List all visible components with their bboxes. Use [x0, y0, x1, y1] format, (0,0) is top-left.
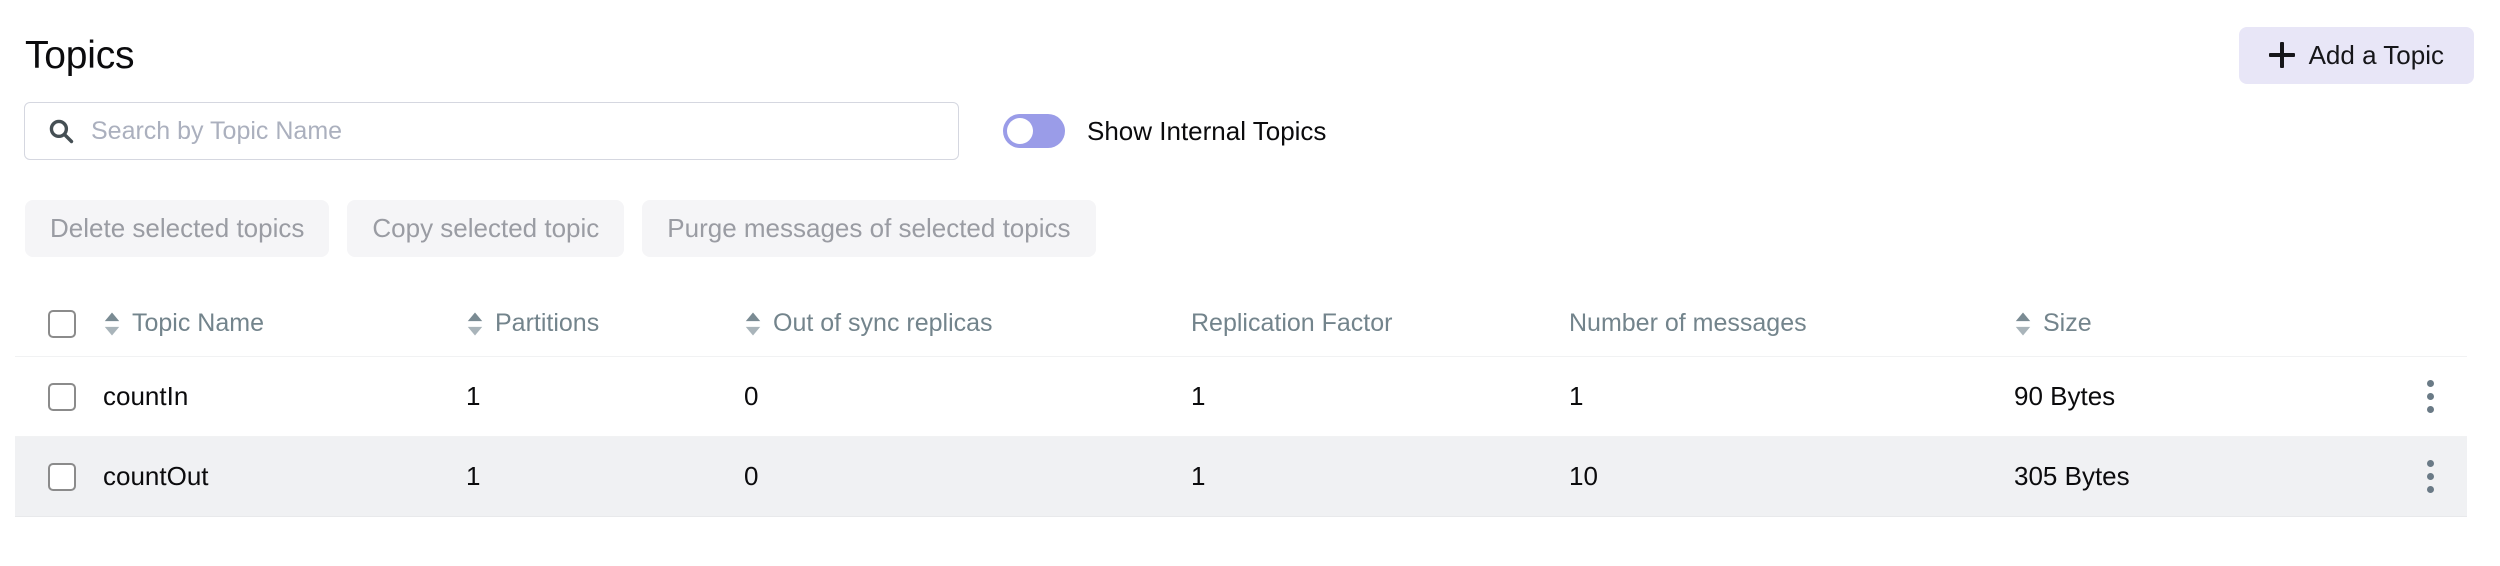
select-all-checkbox[interactable] — [48, 309, 76, 338]
delete-selected-topics-button[interactable]: Delete selected topics — [25, 200, 330, 257]
show-internal-topics-label: Show Internal Topics — [1087, 115, 1327, 146]
size-value: 90 Bytes — [2014, 381, 2116, 411]
copy-selected-topic-button[interactable]: Copy selected topic — [347, 200, 625, 257]
cell-size: 305 Bytes — [2014, 461, 2394, 492]
cell-number-of-messages: 10 — [1569, 461, 2014, 492]
sort-arrows-icon — [745, 311, 761, 336]
row-menu-kebab-icon[interactable] — [2414, 457, 2448, 497]
topic-name-link[interactable]: countOut — [103, 461, 209, 492]
cell-out-of-sync-replicas: 0 — [744, 461, 1191, 492]
cell-size: 90 Bytes — [2014, 381, 2394, 412]
column-header-out-of-sync-replicas[interactable]: Out of sync replicas — [744, 309, 1191, 338]
out-of-sync-value: 0 — [744, 461, 759, 491]
size-value: 305 Bytes — [2014, 461, 2130, 491]
column-header-number-of-messages: Number of messages — [1569, 309, 2014, 338]
cell-row-actions — [2394, 457, 2467, 497]
partitions-value: 1 — [466, 381, 481, 411]
column-header-partitions[interactable]: Partitions — [466, 309, 744, 338]
number-of-messages-value: 1 — [1569, 381, 1584, 411]
sort-arrows-icon — [104, 311, 120, 336]
cell-replication-factor: 1 — [1191, 461, 1569, 492]
cell-replication-factor: 1 — [1191, 381, 1569, 412]
bulk-actions-row: Delete selected topics Copy selected top… — [24, 200, 2476, 257]
replication-factor-value: 1 — [1191, 381, 1206, 411]
column-header-label: Partitions — [495, 309, 600, 337]
plus-icon — [2268, 42, 2295, 68]
cell-row-actions — [2394, 377, 2467, 417]
cell-out-of-sync-replicas: 0 — [744, 381, 1191, 412]
sort-arrows-icon — [2015, 311, 2031, 336]
row-select-cell — [15, 462, 103, 491]
row-select-cell — [15, 382, 103, 411]
cell-partitions: 1 — [466, 381, 744, 412]
column-header-label: Size — [2043, 309, 2092, 337]
sort-arrows-icon — [467, 311, 483, 336]
table-row[interactable]: countIn 1 0 1 1 90 Bytes — [15, 357, 2467, 437]
out-of-sync-value: 0 — [744, 381, 759, 411]
number-of-messages-value: 10 — [1569, 461, 1598, 491]
purge-messages-button[interactable]: Purge messages of selected topics — [642, 200, 1096, 257]
topics-table: Topic Name Partitions Out of sync replic… — [15, 291, 2467, 517]
row-select-checkbox[interactable] — [48, 382, 76, 411]
search-input[interactable] — [24, 102, 959, 160]
partitions-value: 1 — [466, 461, 481, 491]
page-header: Topics Add a Topic — [24, 0, 2476, 96]
cell-topic-name: countOut — [103, 461, 466, 492]
row-select-checkbox[interactable] — [48, 462, 76, 491]
table-row[interactable]: countOut 1 0 1 10 305 Bytes — [15, 437, 2467, 517]
replication-factor-value: 1 — [1191, 461, 1206, 491]
cell-partitions: 1 — [466, 461, 744, 492]
topics-page: Topics Add a Topic Show Internal Topics … — [0, 0, 2500, 566]
search-field-wrapper — [24, 102, 959, 160]
cell-topic-name: countIn — [103, 381, 466, 412]
toggle-knob — [1007, 118, 1033, 144]
row-menu-kebab-icon[interactable] — [2414, 377, 2448, 417]
page-title: Topics — [25, 33, 135, 77]
column-header-label: Number of messages — [1569, 309, 1807, 337]
show-internal-topics-group: Show Internal Topics — [1003, 114, 1326, 148]
column-header-topic-name[interactable]: Topic Name — [103, 309, 466, 338]
table-header-row: Topic Name Partitions Out of sync replic… — [15, 291, 2467, 357]
search-row: Show Internal Topics — [24, 102, 2476, 160]
column-header-label: Out of sync replicas — [773, 309, 993, 337]
column-header-label: Replication Factor — [1191, 309, 1393, 337]
add-topic-button[interactable]: Add a Topic — [2238, 26, 2474, 84]
topic-name-link[interactable]: countIn — [103, 381, 188, 412]
column-header-replication-factor: Replication Factor — [1191, 309, 1569, 338]
select-all-cell — [15, 309, 103, 338]
cell-number-of-messages: 1 — [1569, 381, 2014, 412]
column-header-size[interactable]: Size — [2014, 309, 2394, 338]
show-internal-topics-toggle[interactable] — [1003, 114, 1065, 148]
column-header-label: Topic Name — [132, 309, 264, 337]
add-topic-label: Add a Topic — [2308, 39, 2444, 70]
